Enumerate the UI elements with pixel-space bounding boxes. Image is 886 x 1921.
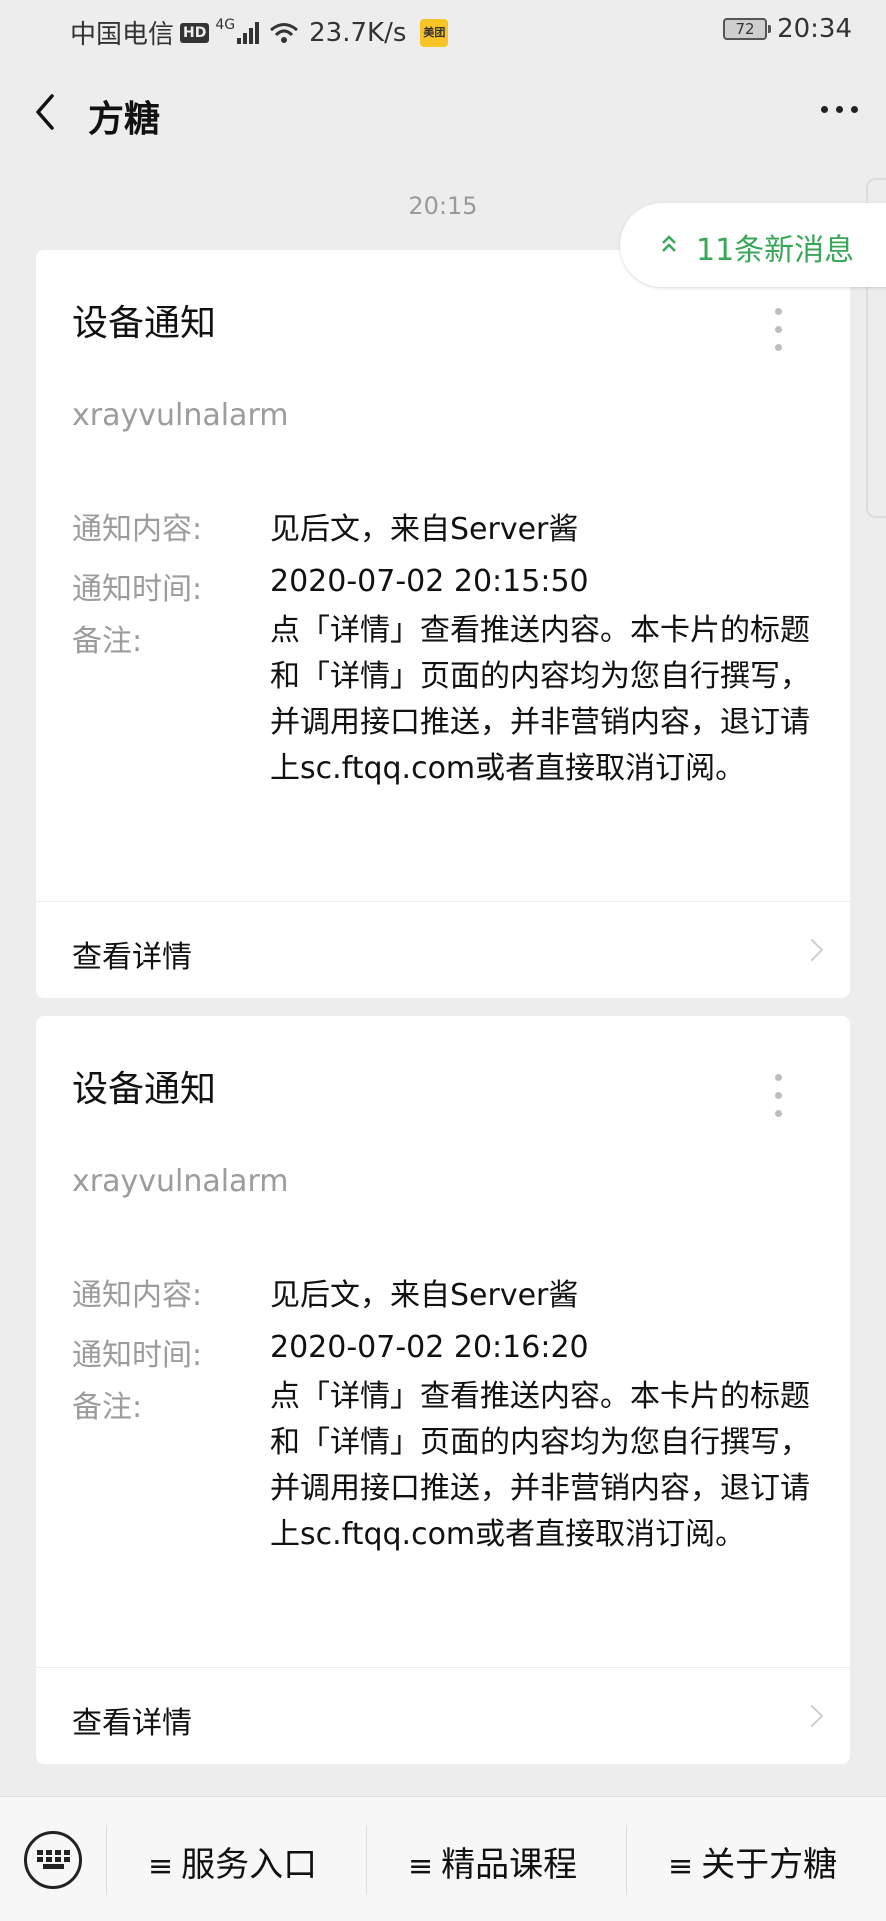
- time-value: 2020-07-02 20:15:50: [270, 564, 589, 599]
- menu-separator: [106, 1825, 107, 1895]
- notification-card[interactable]: 设备通知 xrayvulnalarm 通知内容: 见后文，来自Server酱 通…: [36, 1016, 850, 1764]
- more-vertical-icon[interactable]: [775, 308, 782, 362]
- time-label: 通知时间:: [72, 572, 203, 607]
- menu-list-icon: ≡: [408, 1849, 434, 1884]
- new-messages-label: 11条新消息: [696, 233, 855, 268]
- status-right: 72 20:34: [723, 14, 852, 44]
- clock: 20:34: [777, 14, 852, 44]
- time-value: 2020-07-02 20:16:20: [270, 1330, 589, 1365]
- menu-list-icon: ≡: [668, 1849, 694, 1884]
- keyboard-icon[interactable]: [24, 1831, 82, 1889]
- view-detail-link[interactable]: 查看详情: [72, 932, 192, 976]
- battery-icon: 72: [723, 18, 772, 40]
- double-chevron-up-icon: [662, 235, 676, 252]
- menu-label: 服务入口: [181, 1845, 318, 1885]
- menu-separator: [366, 1825, 367, 1895]
- time-label: 通知时间:: [72, 1338, 203, 1373]
- more-vertical-icon[interactable]: [775, 1074, 782, 1128]
- menu-label: 精品课程: [441, 1845, 578, 1885]
- divider: [36, 1667, 850, 1668]
- carrier-label: 中国电信: [70, 20, 175, 50]
- note-value: 点「详情」查看推送内容。本卡片的标题和「详情」页面的内容均为您自行撰写，并调用接…: [270, 1379, 810, 1552]
- wifi-icon: [270, 22, 299, 43]
- chevron-right-icon: [800, 1704, 824, 1728]
- menu-list-icon: ≡: [148, 1849, 174, 1884]
- chevron-right-icon: [800, 938, 824, 962]
- new-messages-button[interactable]: 11条新消息: [620, 203, 886, 287]
- card-title: 设备通知: [72, 1069, 217, 1110]
- page-title: 方糖: [88, 99, 161, 140]
- content-value: 见后文，来自Server酱: [270, 1278, 579, 1313]
- bottom-menu-bar: ≡ 服务入口 ≡ 精品课程 ≡ 关于方糖: [0, 1796, 886, 1921]
- menu-service-entry[interactable]: ≡ 服务入口: [148, 1837, 317, 1886]
- content-label: 通知内容:: [72, 512, 203, 547]
- more-horizontal-icon[interactable]: [813, 106, 858, 113]
- menu-about[interactable]: ≡ 关于方糖: [668, 1837, 837, 1886]
- content-value: 见后文，来自Server酱: [270, 512, 579, 547]
- menu-label: 关于方糖: [701, 1845, 838, 1885]
- content-label: 通知内容:: [72, 1278, 203, 1313]
- note-value: 点「详情」查看推送内容。本卡片的标题和「详情」页面的内容均为您自行撰写，并调用接…: [270, 613, 810, 786]
- note-label: 备注:: [72, 624, 143, 659]
- card-title: 设备通知: [72, 303, 217, 344]
- notification-card[interactable]: 设备通知 xrayvulnalarm 通知内容: 见后文，来自Server酱 通…: [36, 250, 850, 998]
- status-left: 中国电信 HD 4G 23.7K/s 美团: [70, 14, 449, 51]
- card-subtitle: xrayvulnalarm: [72, 398, 289, 433]
- network-speed: 23.7K/s: [309, 17, 407, 48]
- status-bar: 中国电信 HD 4G 23.7K/s 美团 72 20:34: [0, 0, 886, 62]
- divider: [36, 901, 850, 902]
- hd-badge: HD: [180, 22, 210, 43]
- menu-premium-courses[interactable]: ≡ 精品课程: [408, 1837, 577, 1886]
- network-type: 4G: [215, 16, 236, 33]
- meituan-app-icon: 美团: [420, 18, 449, 47]
- signal-icon: [237, 21, 261, 44]
- menu-separator: [626, 1825, 627, 1895]
- card-subtitle: xrayvulnalarm: [72, 1164, 289, 1199]
- note-label: 备注:: [72, 1390, 143, 1425]
- view-detail-link[interactable]: 查看详情: [72, 1698, 192, 1742]
- chevron-left-icon[interactable]: [28, 92, 68, 132]
- nav-bar: 方糖: [0, 62, 886, 162]
